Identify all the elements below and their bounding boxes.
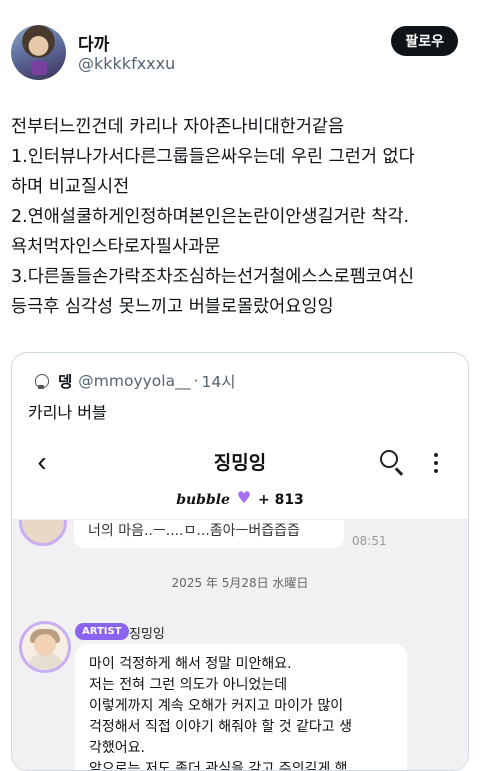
message-line: 저는 전혀 그런 의도가 아니었는데	[89, 677, 288, 693]
artist-badge: ARTIST	[75, 623, 129, 640]
bubble-logo: bubble	[176, 492, 230, 508]
avatar-scarf	[31, 61, 47, 75]
message-line: 걱정해서 직접 이야기 해줘야 할 것 같다고 생	[89, 719, 352, 735]
bubble-app-screenshot[interactable]: ‹ 징밍잉 bubble+ 813 너의 마음..ㅡ....ㅁ...좀아ㅡ버즙즙…	[12, 433, 468, 771]
quoted-tweet[interactable]: 뎅 @mmoyyola__ · 14시 카리나 버블 ‹ 징밍잉 bubble+…	[11, 352, 469, 771]
quoted-tweet-text: 카리나 버블	[28, 403, 107, 422]
tweet-line: 3.다른돌들손가락조차조심하는선거철에스스로펨코여신	[11, 267, 415, 287]
tweet-header: 다까 @kkkkfxxxu 팔로우	[0, 0, 480, 95]
message-line: 각했어요.	[89, 740, 145, 756]
message-line: 마이 걱정하게 해서 정말 미안해요.	[89, 656, 292, 672]
quoted-tweet-header: 뎅 @mmoyyola__ · 14시	[32, 369, 236, 393]
message-bubble: 마이 걱정하게 해서 정말 미안해요. 저는 전혀 그런 의도가 아니었는데 이…	[75, 644, 407, 771]
quoted-tweet-time[interactable]: 14시	[202, 370, 236, 392]
quoted-user-name[interactable]: 뎅	[58, 370, 72, 392]
quoted-user-avatar-icon[interactable]	[32, 372, 50, 390]
user-avatar[interactable]	[11, 25, 66, 80]
quoted-user-handle[interactable]: @mmoyyola__	[78, 372, 190, 390]
artist-avatar	[19, 520, 67, 546]
search-icon	[379, 449, 405, 476]
user-handle[interactable]: @kkkkfxxxu	[78, 54, 175, 73]
bubble-subscription-row: bubble + 813	[12, 489, 468, 508]
previous-message-bubble: 너의 마음..ㅡ....ㅁ...좀아ㅡ버즙즙즙	[74, 520, 344, 548]
tweet-line: 욕처먹자인스타로자필사과문	[11, 237, 221, 257]
artist-avatar	[19, 621, 71, 673]
follow-button[interactable]: 팔로우	[391, 26, 458, 56]
date-separator: 2025 年 5月28日 水曜日	[171, 576, 309, 590]
purple-heart-icon	[235, 489, 252, 508]
app-header: ‹ 징밍잉 bubble+ 813	[12, 433, 468, 520]
message-line: 앞으로는 저도 좀더 관심을 갖고 주의깊게 행	[89, 761, 348, 771]
subscriber-count: + 813	[257, 492, 304, 508]
tweet-line: 등극후 심각성 못느끼고 버블로몰랐어요잉잉	[11, 297, 334, 317]
previous-message-time: 08:51	[352, 534, 387, 548]
user-display-name[interactable]: 다까	[78, 30, 109, 55]
chat-area: 너의 마음..ㅡ....ㅁ...좀아ㅡ버즙즙즙 08:51 2025 年 5月2…	[12, 520, 468, 771]
separator-dot: ·	[193, 372, 199, 390]
tweet-text: 전부터느낀건데 카리나 자아존나비대한거같음 1.인터뷰나가서다른그룹들은싸우는…	[11, 112, 471, 322]
tweet-line: 1.인터뷰나가서다른그룹들은싸우는데 우린 그런거 없다	[11, 147, 415, 167]
tweet-line: 하며 비교질시전	[11, 177, 130, 197]
tweet-line: 전부터느낀건데 카리나 자아존나비대한거같음	[11, 117, 345, 137]
tweet-line: 2.연애설쿨하게인정하며본인은논란이안생길거란 착각.	[11, 207, 410, 227]
sender-name: 징밍잉	[129, 627, 165, 642]
more-vertical-icon	[430, 450, 442, 476]
message-line: 이렇게까지 계속 오해가 커지고 마이가 많이	[89, 698, 344, 714]
